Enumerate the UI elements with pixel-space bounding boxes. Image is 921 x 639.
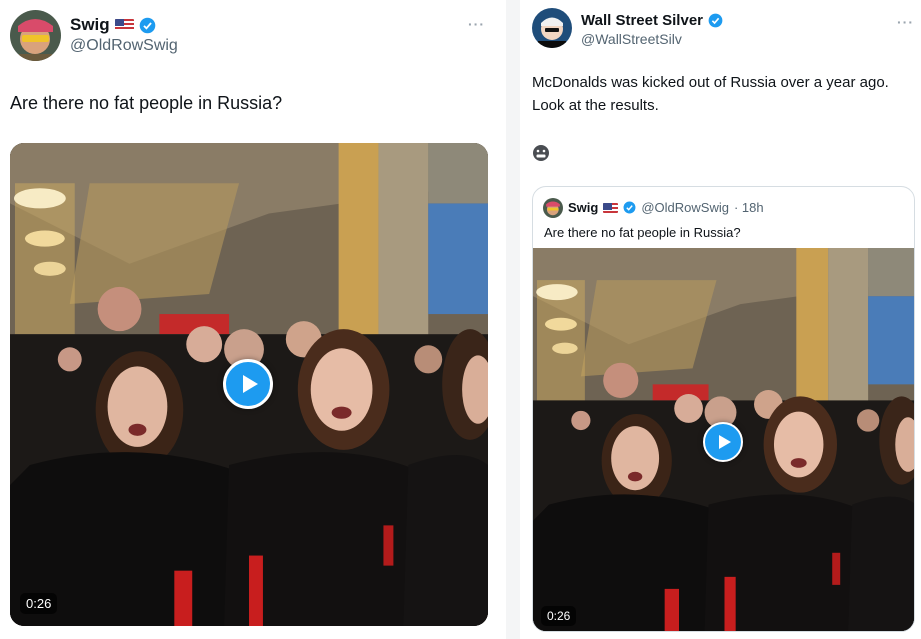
tweet-text: Are there no fat people in Russia? xyxy=(10,93,283,113)
display-name: Swig xyxy=(568,200,599,215)
tweet-text-line-2: Look at the results. xyxy=(532,97,659,114)
quoted-tweet-card[interactable]: Swig @OldRowSwig · 18h Are there no fat … xyxy=(532,186,915,632)
play-icon[interactable] xyxy=(703,422,743,462)
verified-badge-icon xyxy=(139,17,155,33)
swig-avatar-image xyxy=(543,198,563,218)
quoted-timestamp: · 18h xyxy=(733,200,764,215)
avatar xyxy=(543,198,563,218)
us-flag-icon xyxy=(603,202,619,213)
swig-avatar-image xyxy=(10,10,61,61)
avatar[interactable] xyxy=(532,8,572,48)
panel-divider xyxy=(506,0,520,639)
video-duration: 0:26 xyxy=(20,593,58,614)
tweet-text-line-1: McDonalds was kicked out of Russia over … xyxy=(532,74,889,91)
video-player[interactable]: 0:26 xyxy=(10,143,488,626)
verified-badge-icon xyxy=(623,201,636,214)
quoted-tweet-text: Are there no fat people in Russia? xyxy=(544,225,741,240)
verified-badge-icon xyxy=(708,13,723,28)
handle[interactable]: @OldRowSwig xyxy=(70,37,178,55)
avatar[interactable] xyxy=(10,10,61,61)
handle[interactable]: @WallStreetSilv xyxy=(581,31,682,47)
video-duration: 0:26 xyxy=(541,606,577,626)
play-icon[interactable] xyxy=(223,359,273,409)
display-name[interactable]: Swig xyxy=(70,15,110,35)
quoted-handle: @OldRowSwig xyxy=(641,200,729,215)
video-player[interactable]: 0:26 xyxy=(533,248,914,631)
display-name[interactable]: Wall Street Silver xyxy=(581,12,703,29)
quote-tweet: Wall Street Silver @WallStreetSilv ··· M… xyxy=(522,0,921,639)
wall-street-silver-avatar-image xyxy=(532,8,572,48)
more-options-icon[interactable]: ··· xyxy=(897,14,914,30)
original-tweet: Swig @OldRowSwig ··· Are there no fat pe… xyxy=(0,0,496,639)
grimacing-emoji-icon xyxy=(533,145,549,161)
us-flag-icon xyxy=(114,19,134,31)
more-options-icon[interactable]: ··· xyxy=(468,16,485,32)
